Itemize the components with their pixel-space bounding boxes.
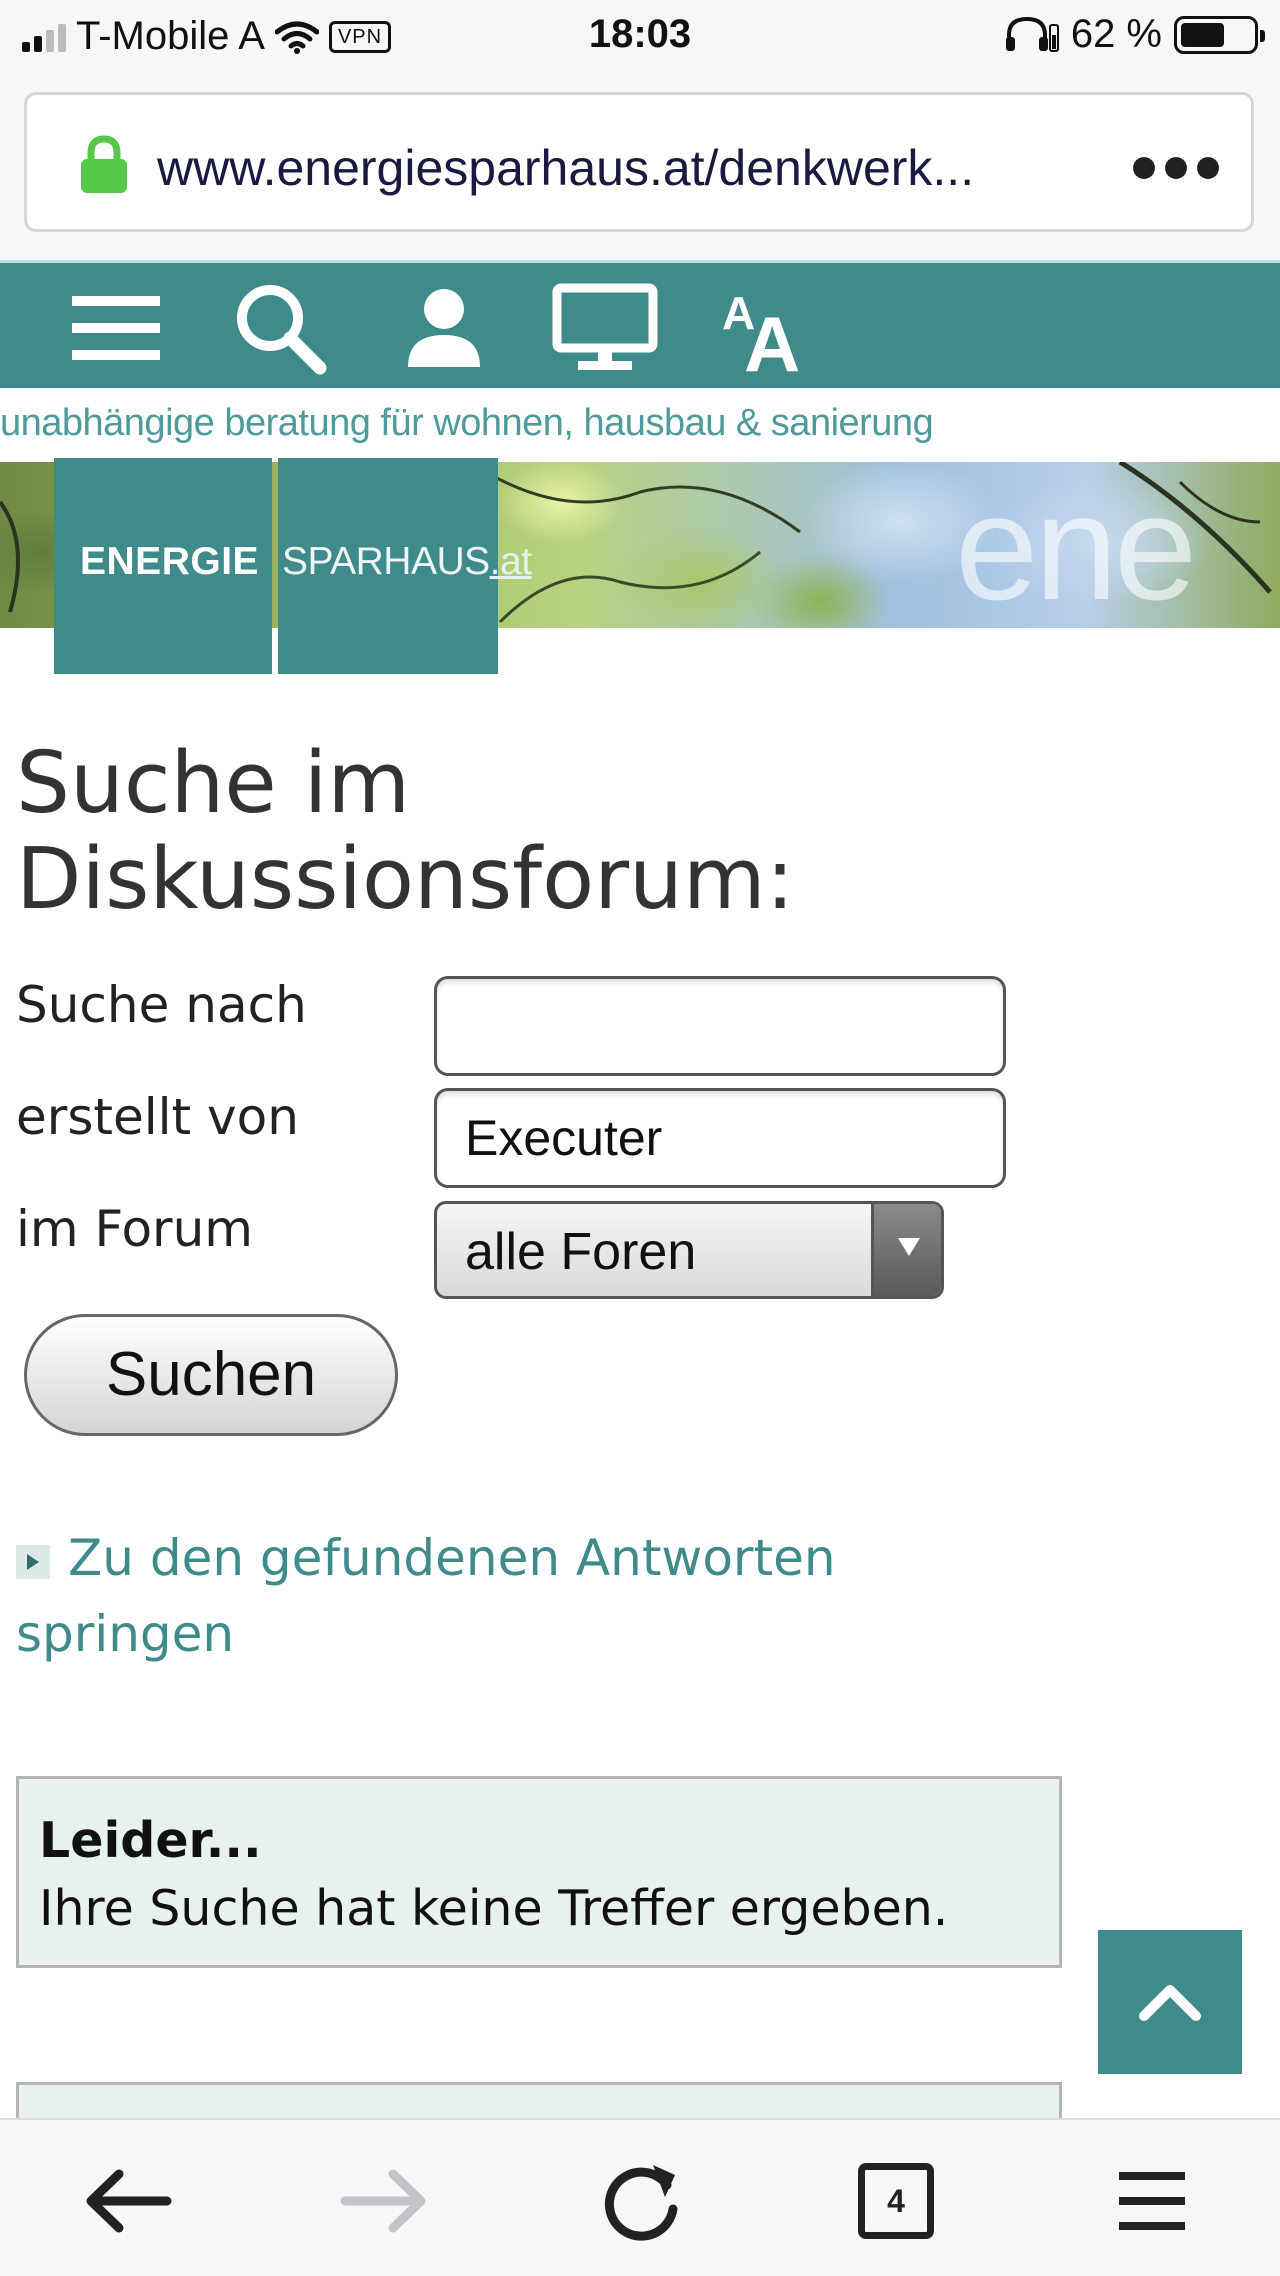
search-icon[interactable] [230,283,330,375]
logo-text-sparhaus: SPARHAUS.at [282,540,532,584]
user-icon[interactable] [400,283,488,373]
jump-to-results-link[interactable]: Zu den gefundenen Antworten springen [16,1520,916,1672]
author-input[interactable] [434,1088,1006,1188]
monitor-icon[interactable] [550,283,660,373]
browser-toolbar: 4 [0,2118,1280,2276]
logo-sparhaus: SPARHAUS [282,540,490,583]
arrow-left-icon [86,2169,172,2233]
label-search-query: Suche nach [16,976,307,1034]
chevron-up-icon [1139,1985,1201,2021]
status-right: 62 % [1003,12,1265,57]
menu-icon [1119,2172,1185,2230]
headphones-battery-icon [1005,16,1059,52]
notice-body: Ihre Suche hat keine Treffer ergeben. [39,1880,949,1937]
arrow-right-icon [16,1544,50,1579]
more-options-icon[interactable] [1133,139,1219,179]
banner-watermark: ene [955,463,1197,628]
site-tagline: unabhängige beratung für wohnen, hausbau… [0,402,934,444]
jump-link-text: Zu den gefundenen Antworten springen [16,1529,836,1663]
site-nav-bar: A A [0,260,1280,388]
battery-percent: 62 % [1070,12,1162,56]
font-size-icon[interactable]: A A [718,283,828,373]
chevron-down-icon [871,1204,941,1296]
reload-icon [604,2165,678,2241]
no-results-notice: Leider... Ihre Suche hat keine Treffer e… [16,1776,1062,1968]
search-query-input[interactable] [434,976,1006,1076]
notice-title: Leider... [39,1812,262,1869]
browser-chrome: www.energiesparhaus.at/denkwerk... [0,70,1280,260]
logo-text-energie: ENERGIE [80,540,260,583]
label-forum: im Forum [16,1200,254,1258]
search-button[interactable]: Suchen [24,1314,398,1436]
url-text[interactable]: www.energiesparhaus.at/denkwerk... [157,139,974,197]
tab-count: 4 [858,2163,934,2239]
lock-icon [81,135,127,193]
reload-button[interactable] [590,2156,690,2246]
forward-button[interactable] [334,2156,434,2246]
label-author: erstellt von [16,1088,299,1146]
svg-text:A: A [744,300,800,373]
browser-menu-button[interactable] [1102,2156,1202,2246]
address-bar[interactable]: www.energiesparhaus.at/denkwerk... [24,92,1254,232]
arrow-right-icon [340,2169,426,2233]
forum-select-value: alle Foren [465,1223,697,1281]
back-button[interactable] [78,2156,178,2246]
forum-select[interactable]: alle Foren [434,1201,944,1299]
logo-at: .at [489,540,532,583]
menu-icon[interactable] [68,283,164,373]
tabs-button[interactable]: 4 [846,2156,946,2246]
battery-icon [1174,15,1265,54]
scroll-to-top-button[interactable] [1098,1930,1242,2074]
page-title: Suche im Diskussionsforum: [16,734,795,929]
status-bar: T-Mobile A VPN 18:03 62 % [0,0,1280,70]
